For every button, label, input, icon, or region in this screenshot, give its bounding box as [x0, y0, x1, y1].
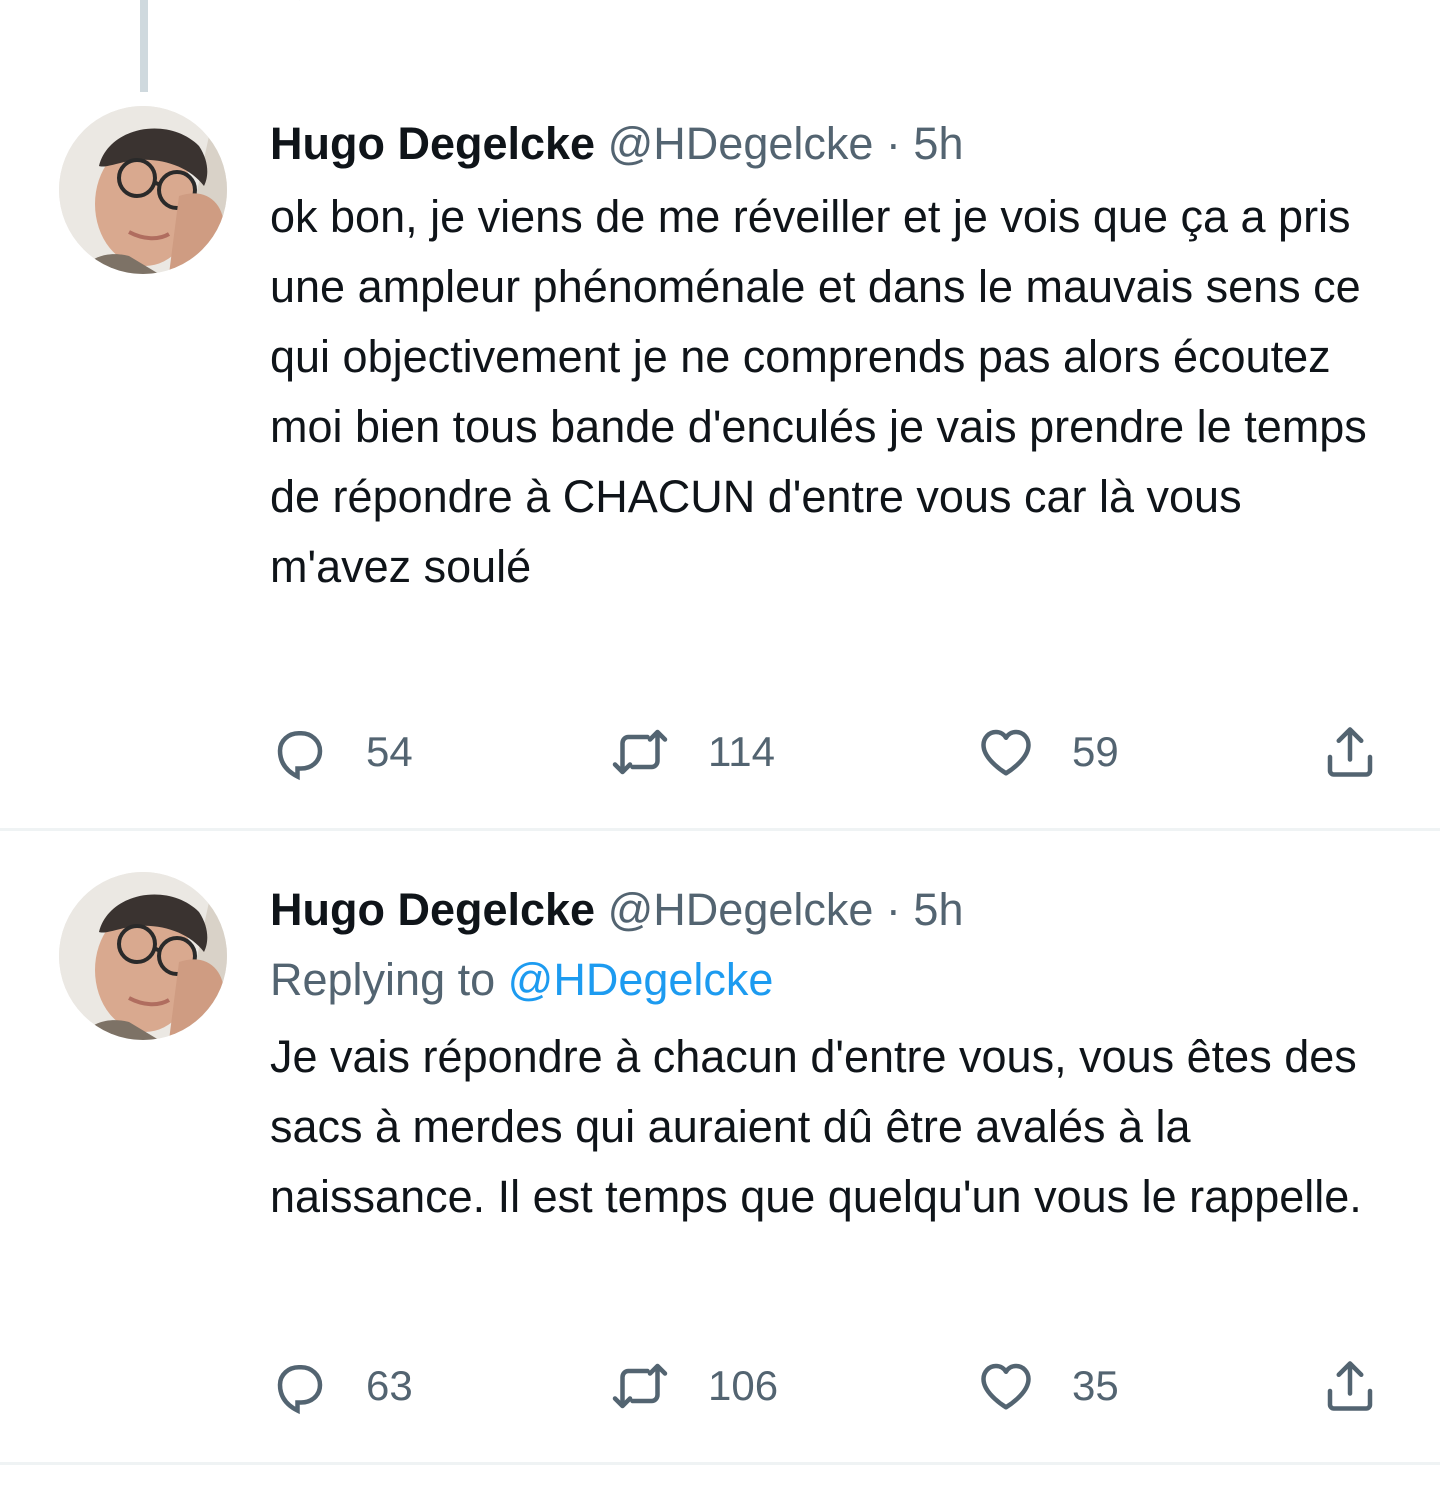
like-count: 35 — [1072, 1362, 1119, 1409]
reply-button[interactable]: 54 — [270, 722, 413, 782]
avatar[interactable] — [59, 106, 227, 274]
tweet-content: Hugo Degelcke @HDegelcke · 5h Replying t… — [270, 878, 1400, 1232]
like-count: 59 — [1072, 728, 1119, 775]
header-separator: · — [885, 884, 901, 935]
author-handle[interactable]: @HDegelcke — [608, 118, 874, 169]
reply-count: 54 — [366, 728, 413, 775]
replying-to-mention[interactable]: @HDegelcke — [508, 954, 774, 1005]
reply-icon — [277, 1365, 323, 1415]
tweet-header: Hugo Degelcke @HDegelcke · 5h — [270, 112, 1400, 176]
retweet-icon — [612, 1363, 668, 1409]
author-handle[interactable]: @HDegelcke — [608, 884, 874, 935]
share-icon — [1327, 727, 1373, 777]
tweet[interactable]: Hugo Degelcke @HDegelcke · 5h Replying t… — [0, 832, 1440, 1462]
tweet-divider — [0, 828, 1440, 831]
retweet-count: 106 — [708, 1362, 779, 1409]
heart-icon — [981, 1363, 1031, 1410]
replying-to-label: Replying to — [270, 954, 496, 1005]
author-name[interactable]: Hugo Degelcke — [270, 884, 595, 935]
share-icon — [1327, 1361, 1373, 1411]
tweet-divider — [0, 1462, 1440, 1465]
retweet-button[interactable]: 106 — [608, 1356, 778, 1416]
share-button[interactable] — [1320, 722, 1380, 782]
replying-to-line: Replying to @HDegelcke — [270, 942, 1400, 1018]
tweet[interactable]: Hugo Degelcke @HDegelcke · 5h ok bon, je… — [0, 0, 1440, 830]
avatar[interactable] — [59, 872, 227, 1040]
tweet-action-bar: 63 106 35 — [270, 1356, 1380, 1416]
tweet-header: Hugo Degelcke @HDegelcke · 5h — [270, 878, 1400, 942]
heart-icon — [981, 729, 1031, 776]
reply-button[interactable]: 63 — [270, 1356, 413, 1416]
reply-icon — [277, 731, 323, 781]
avatar-photo — [59, 106, 227, 274]
author-name[interactable]: Hugo Degelcke — [270, 118, 595, 169]
share-button[interactable] — [1320, 1356, 1380, 1416]
tweet-timestamp[interactable]: 5h — [913, 884, 963, 935]
header-separator: · — [885, 118, 901, 169]
avatar-photo — [59, 872, 227, 1040]
retweet-count: 114 — [708, 728, 775, 775]
like-button[interactable]: 59 — [976, 722, 1119, 782]
tweet-content: Hugo Degelcke @HDegelcke · 5h ok bon, je… — [270, 112, 1400, 602]
like-button[interactable]: 35 — [976, 1356, 1119, 1416]
retweet-button[interactable]: 114 — [608, 722, 775, 782]
tweet-text: Je vais répondre à chacun d'entre vous, … — [270, 1031, 1362, 1222]
reply-count: 63 — [366, 1362, 413, 1409]
tweet-timestamp[interactable]: 5h — [913, 118, 963, 169]
retweet-icon — [612, 729, 668, 775]
tweet-action-bar: 54 114 59 — [270, 722, 1380, 782]
tweet-text: ok bon, je viens de me réveiller et je v… — [270, 191, 1367, 592]
